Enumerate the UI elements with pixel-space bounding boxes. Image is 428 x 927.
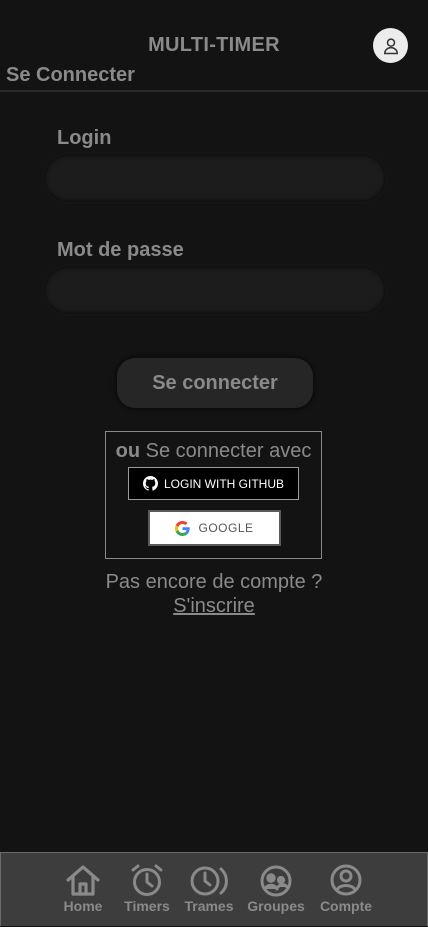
- password-input[interactable]: [44, 266, 386, 314]
- nav-label-trames: Trames: [184, 898, 234, 914]
- login-button[interactable]: Se connecter: [117, 358, 313, 408]
- nav-label-home: Home: [63, 898, 103, 914]
- google-login-button[interactable]: GOOGLE: [148, 510, 281, 546]
- app-title: MULTI-TIMER: [148, 34, 280, 56]
- nav-label-compte: Compte: [319, 898, 373, 914]
- oauth-prefix: ou: [115, 440, 141, 462]
- home-icon: [66, 865, 100, 896]
- signup-question: Pas encore de compte ?: [105, 571, 323, 593]
- signup-link[interactable]: S'inscrire: [0, 595, 428, 618]
- header: MULTI-TIMER Se Connecter: [0, 0, 428, 92]
- github-icon: [143, 476, 158, 491]
- github-button-label: LOGIN WITH GITHUB: [164, 476, 284, 491]
- bottom-nav: Home Timers Trames Groupes Compte: [0, 852, 428, 926]
- nav-item-groupes[interactable]: Groupes: [243, 853, 309, 927]
- nav-label-timers: Timers: [124, 898, 170, 914]
- account-icon: [330, 864, 362, 896]
- history-clock-icon: [190, 866, 228, 896]
- page-title: Se Connecter: [6, 64, 135, 86]
- nav-item-compte[interactable]: Compte: [313, 853, 379, 927]
- alarm-clock-icon: [131, 864, 163, 896]
- nav-label-groupes: Groupes: [247, 898, 305, 914]
- user-icon: [383, 37, 398, 54]
- login-label: Login: [57, 127, 112, 149]
- google-icon: [175, 520, 191, 536]
- password-label: Mot de passe: [57, 239, 184, 261]
- oauth-title: ou Se connecter avec: [106, 440, 321, 463]
- oauth-title-text: Se connecter avec: [140, 440, 312, 462]
- nav-item-timers[interactable]: Timers: [119, 853, 175, 927]
- avatar[interactable]: [373, 28, 408, 63]
- login-input[interactable]: [44, 154, 386, 202]
- github-login-button[interactable]: LOGIN WITH GITHUB: [128, 467, 299, 500]
- nav-item-trames[interactable]: Trames: [179, 853, 239, 927]
- oauth-box: ou Se connecter avec LOGIN WITH GITHUB G…: [105, 431, 322, 559]
- google-button-label: GOOGLE: [198, 521, 254, 535]
- nav-item-home[interactable]: Home: [57, 853, 109, 927]
- group-icon: [260, 865, 292, 897]
